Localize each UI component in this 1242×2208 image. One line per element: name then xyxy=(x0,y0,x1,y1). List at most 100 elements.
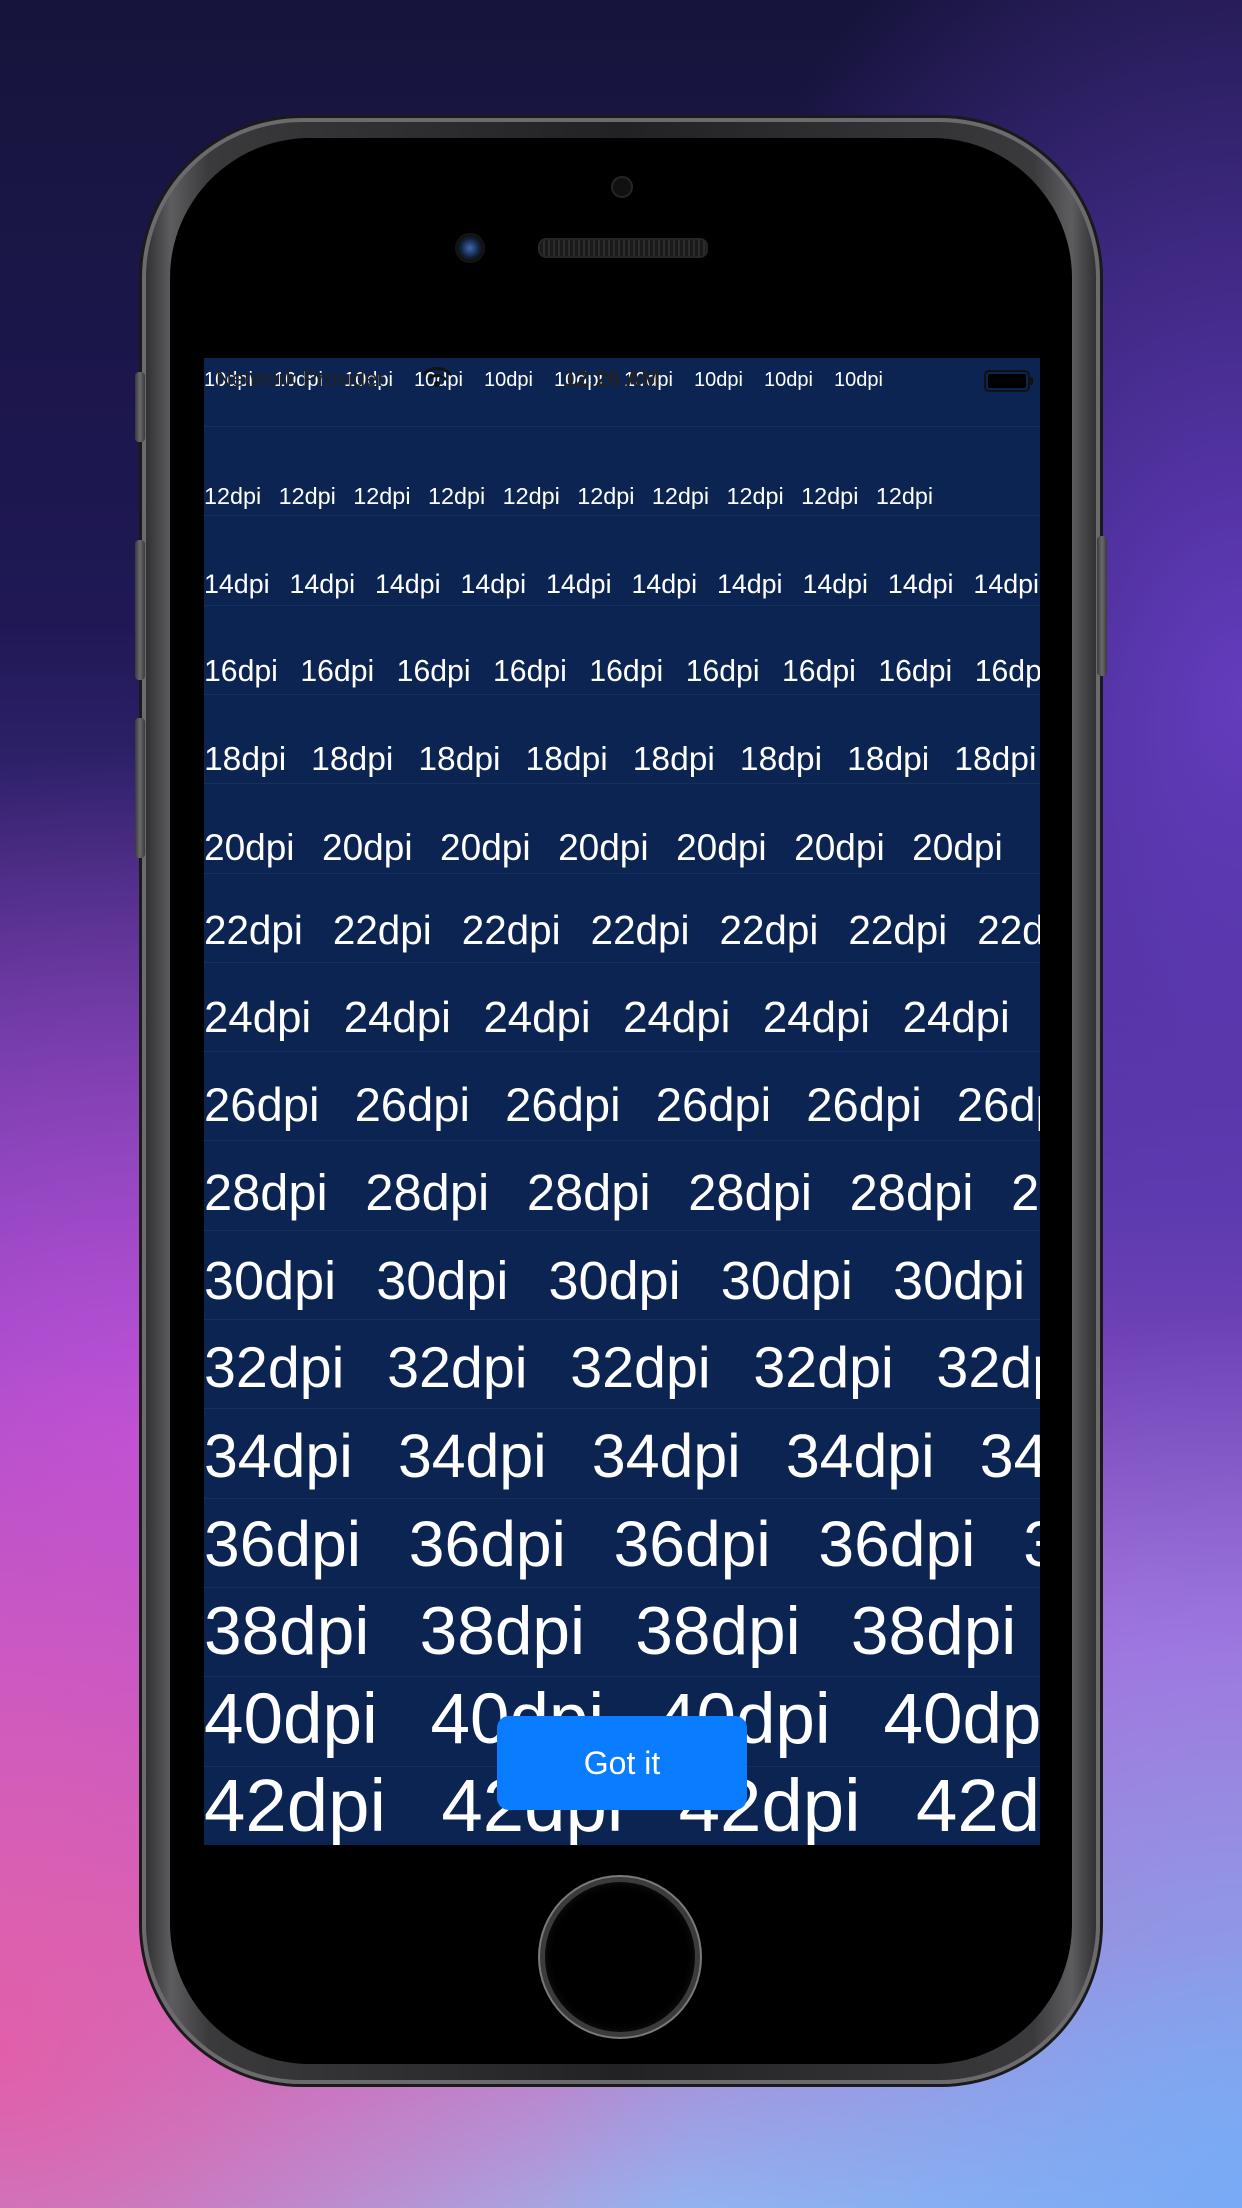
dpi-sample-text: 14dpi xyxy=(460,568,527,599)
dpi-row: 20dpi 20dpi 20dpi 20dpi 20dpi 20dpi 20dpi xyxy=(204,785,1040,874)
dpi-sample-text: 24dpi xyxy=(902,993,1010,1043)
dpi-sample-text: 16dpi xyxy=(204,654,278,688)
dpi-sample-text: 16dpi xyxy=(878,654,953,688)
dpi-sample-text: 28dpi xyxy=(365,1164,490,1222)
dpi-sample-text: 36dpi xyxy=(818,1507,976,1580)
dpi-sample-text: 18dpi xyxy=(418,740,501,778)
dpi-sample-text: 18dpi xyxy=(525,740,608,778)
dpi-row: 28dpi 28dpi 28dpi 28dpi 28dpi 28dpi xyxy=(204,1142,1040,1231)
dpi-row: 24dpi 24dpi 24dpi 24dpi 24dpi 24dpi xyxy=(204,963,1040,1053)
dpi-sample-text: 24dpi xyxy=(623,993,731,1043)
dpi-sample-text: 12dpi xyxy=(577,482,635,509)
dpi-sample-text: 36dpi xyxy=(613,1507,771,1580)
dpi-sample-text: 14dpi xyxy=(887,568,954,599)
dpi-sample-text: 28dpi xyxy=(526,1164,651,1222)
dpi-sample-text: 12dpi xyxy=(278,482,336,509)
dpi-sample-text: 38dpi xyxy=(419,1593,586,1669)
dpi-sample-text: 28dpi xyxy=(688,1164,813,1222)
dpi-sample-text: 16dpi xyxy=(974,654,1040,688)
dpi-sample-text: 38dpi xyxy=(635,1593,801,1669)
volume-up-button xyxy=(135,540,145,680)
dpi-sample-text: 28dpi xyxy=(204,1164,328,1222)
dpi-sample-text: 14dpi xyxy=(204,568,270,599)
dpi-sample-text: 20dpi xyxy=(794,826,885,868)
clock: 12:26 AM xyxy=(564,366,660,391)
dpi-sample-text: 16dpi xyxy=(782,654,856,688)
dpi-sample-text: 32dpi xyxy=(936,1335,1040,1400)
dpi-sample-text: 32dpi xyxy=(387,1335,528,1400)
dpi-sample-text: 24dpi xyxy=(762,993,871,1043)
dpi-sample-text: 20dpi xyxy=(558,826,649,868)
got-it-button[interactable]: Got it xyxy=(497,1716,747,1810)
front-camera-icon xyxy=(455,233,485,263)
dpi-sample-text: 22dpi xyxy=(719,907,819,954)
dpi-sample-text: 40dpi xyxy=(883,1679,1040,1759)
dpi-sample-text: 22dpi xyxy=(332,907,432,954)
app-screen: Network Provider 12:26 AM 10dpi 10dpi 10dp… xyxy=(204,358,1040,1845)
dpi-sample-text: 22dpi xyxy=(204,907,303,954)
dpi-sample-text: 26dpi xyxy=(806,1079,922,1133)
dpi-sample-text: 32dpi xyxy=(753,1335,894,1400)
dpi-sample-text: 26dpi xyxy=(505,1079,621,1133)
dpi-sample-text: 34dpi xyxy=(204,1421,353,1490)
dpi-sample-text: 36dpi xyxy=(408,1507,566,1580)
dpi-sample-text: 14dpi xyxy=(374,568,441,599)
dpi-sample-text: 12dpi xyxy=(726,482,784,509)
dpi-sample-text: 26dpi xyxy=(655,1079,772,1133)
dpi-sample-text: 16dpi xyxy=(396,654,471,688)
dpi-sample-text: 32dpi xyxy=(570,1335,711,1400)
dpi-sample-text: 28dpi xyxy=(1011,1164,1040,1222)
battery-icon xyxy=(984,370,1033,392)
dpi-sample-text: 24dpi xyxy=(343,993,451,1043)
dpi-sample-text: 20dpi xyxy=(912,826,1003,868)
power-button xyxy=(1097,536,1107,676)
dpi-sample-text: 38dpi xyxy=(850,1593,1017,1669)
mute-switch xyxy=(135,372,145,442)
dpi-row: 26dpi 26dpi 26dpi 26dpi 26dpi 26dpi xyxy=(204,1052,1040,1142)
dpi-sample-text: 22dpi xyxy=(590,907,690,954)
dpi-sample-text: 12dpi xyxy=(427,482,486,509)
dpi-sample-text: 16dpi xyxy=(685,654,760,688)
dpi-sample-text: 12dpi xyxy=(801,482,859,509)
dpi-row: 18dpi 18dpi 18dpi 18dpi 18dpi 18dpi 18dpi 18dpi xyxy=(204,695,1040,785)
dpi-row: 22dpi 22dpi 22dpi 22dpi 22dpi 22dpi 22dpi xyxy=(204,874,1040,963)
dpi-sample-text: 30dpi xyxy=(893,1251,1026,1311)
dpi-row: 36dpi 36dpi 36dpi 36dpi 36dpi xyxy=(204,1499,1040,1588)
dpi-row: 34dpi 34dpi 34dpi 34dpi 34dpi xyxy=(204,1410,1040,1499)
dpi-sample-text: 22dpi xyxy=(848,907,948,954)
dpi-sample-text: 14dpi xyxy=(545,568,612,599)
dpi-sample-text: 16dpi xyxy=(493,654,567,688)
dpi-sample-text: 34dpi xyxy=(397,1421,547,1490)
dpi-row: 12dpi 12dpi 12dpi 12dpi 12dpi 12dpi 12dpi 12dpi… xyxy=(204,427,1040,517)
dpi-sample-text: 30dpi xyxy=(376,1251,509,1311)
dpi-row: 38dpi 38dpi 38dpi 38dpi xyxy=(204,1588,1040,1678)
dpi-sample-text: 36dpi xyxy=(1023,1511,1040,1576)
dpi-sample-text: 18dpi xyxy=(954,740,1037,778)
dpi-sample-text: 14dpi xyxy=(289,568,356,599)
dpi-sample-text: 24dpi xyxy=(483,993,591,1043)
dpi-sample-text: 28dpi xyxy=(849,1164,974,1222)
dpi-sample-text: 12dpi xyxy=(204,482,262,509)
dpi-sample-text: 12dpi xyxy=(353,482,411,509)
dpi-sample-text: 22dpi xyxy=(461,907,561,954)
dpi-sample-text: 20dpi xyxy=(322,826,413,868)
dpi-sample-text: 16dpi xyxy=(300,654,375,688)
dpi-sample-text: 34dpi xyxy=(591,1421,741,1490)
dpi-sample-text: 14dpi xyxy=(631,568,698,599)
home-button[interactable] xyxy=(545,1882,695,2032)
wifi-icon xyxy=(422,367,452,387)
dpi-sample-text: 12dpi xyxy=(875,482,934,509)
dpi-sample-text: 20dpi xyxy=(440,826,531,868)
dpi-sample-text: 24dpi xyxy=(204,993,312,1043)
dpi-sample-text: 42dpi xyxy=(916,1766,1040,1845)
volume-down-button xyxy=(135,718,145,858)
dpi-row: 30dpi 30dpi 30dpi 30dpi 30dpi xyxy=(204,1231,1040,1320)
dpi-sample-text: 14dpi xyxy=(716,568,783,599)
dpi-sample-text: 30dpi xyxy=(548,1251,681,1311)
dpi-sample-text: 16dpi xyxy=(589,654,664,688)
proximity-sensor xyxy=(611,176,633,198)
dpi-sample-text: 14dpi xyxy=(973,568,1039,599)
dpi-sample-text: 38dpi xyxy=(204,1593,370,1669)
dpi-sample-text: 12dpi xyxy=(651,482,710,509)
dpi-sample-text: 18dpi xyxy=(204,740,287,778)
